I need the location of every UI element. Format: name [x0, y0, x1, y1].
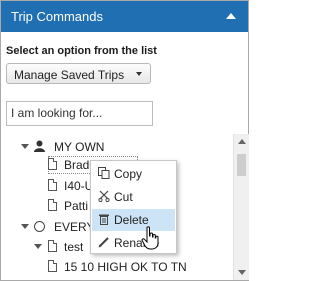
scrollbar-thumb[interactable] — [237, 154, 246, 176]
scroll-up-arrow-icon[interactable] — [238, 139, 246, 144]
search-input[interactable]: I am looking for... — [6, 101, 153, 126]
menu-item-label: Cut — [114, 190, 133, 204]
tree-item-label: test — [64, 240, 84, 254]
document-icon — [48, 240, 57, 252]
panel-title: Trip Commands — [11, 9, 103, 24]
menu-item-label: Copy — [114, 167, 143, 181]
tree-item-label: 15 10 HIGH OK TO TN — [64, 260, 187, 274]
tree-item[interactable]: 15 10 HIGH OK TO TN — [48, 258, 228, 276]
copy-icon — [98, 167, 110, 179]
tree-item-label: I40-U — [64, 179, 94, 193]
document-icon — [48, 158, 57, 170]
menu-item-label: Delete — [114, 213, 149, 227]
select-prompt: Select an option from the list — [6, 45, 157, 57]
expand-triangle-icon[interactable] — [34, 244, 42, 249]
context-menu: Copy Cut Delete Rename — [90, 160, 177, 254]
tree-group-my-own[interactable]: MY OWN — [21, 138, 141, 156]
command-select[interactable]: Manage Saved Trips — [6, 63, 151, 84]
document-icon — [48, 179, 57, 191]
document-icon — [48, 260, 57, 272]
panel-header[interactable]: Trip Commands — [1, 1, 248, 32]
menu-item-copy[interactable]: Copy — [92, 163, 175, 185]
expand-triangle-icon[interactable] — [21, 224, 29, 229]
chevron-down-icon — [136, 72, 142, 76]
collapse-caret-icon[interactable] — [226, 13, 236, 19]
menu-item-delete[interactable]: Delete — [92, 209, 175, 231]
user-icon — [34, 140, 45, 152]
pencil-icon — [98, 237, 109, 248]
menu-item-cut[interactable]: Cut — [92, 186, 175, 208]
expand-triangle-icon[interactable] — [21, 144, 29, 149]
menu-item-rename[interactable]: Rename — [92, 232, 175, 254]
scroll-down-arrow-icon[interactable] — [238, 270, 246, 275]
select-value: Manage Saved Trips — [14, 68, 125, 82]
document-icon — [48, 199, 57, 211]
scissors-icon — [98, 190, 110, 202]
hand-pointer-cursor-icon — [141, 226, 159, 250]
tree-group-label: MY OWN — [54, 140, 105, 154]
globe-icon — [34, 221, 45, 232]
vertical-scrollbar[interactable] — [233, 134, 249, 280]
trip-commands-panel: Trip Commands Select an option from the … — [0, 0, 249, 281]
trash-icon — [99, 214, 109, 225]
tree-item-label: Patti — [64, 199, 89, 213]
